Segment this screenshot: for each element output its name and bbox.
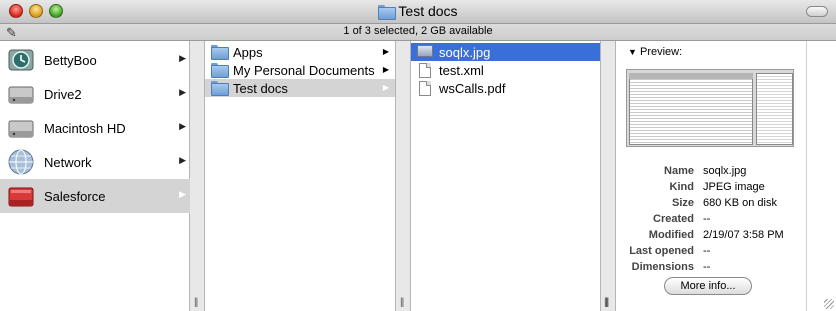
list-item-label: wsCalls.pdf	[439, 81, 506, 96]
sidebar-item-label: Network	[44, 155, 92, 170]
document-icon	[417, 63, 433, 78]
info-key: Created	[653, 213, 694, 225]
list-item-label: test.xml	[439, 63, 484, 78]
folders-column: Apps ▶ My Personal Documents ▶ Test docs…	[205, 41, 396, 311]
list-item-my-personal-documents[interactable]: My Personal Documents ▶	[205, 61, 395, 79]
status-text: 1 of 3 selected, 2 GB available	[343, 25, 493, 37]
info-key: Modified	[648, 229, 694, 241]
info-key: Dimensions	[631, 261, 694, 273]
list-item-soqlx-jpg[interactable]: soqlx.jpg	[411, 43, 600, 61]
column-resize-handle[interactable]: ||	[601, 41, 616, 311]
info-value: soqlx.jpg	[703, 165, 747, 177]
info-key: Size	[671, 197, 694, 209]
status-bar: ✎ 1 of 3 selected, 2 GB available	[0, 24, 836, 41]
folder-icon	[211, 63, 229, 78]
preview-screenshot-header	[629, 73, 753, 79]
image-file-icon	[417, 45, 433, 59]
sidebar-item-label: Salesforce	[44, 189, 106, 204]
resize-grip-icon[interactable]: ||	[194, 297, 198, 308]
window-title-text: Test docs	[398, 3, 458, 19]
sidebar-item-network[interactable]: Network ▶	[0, 145, 190, 179]
list-item-wscalls-pdf[interactable]: wsCalls.pdf	[411, 79, 600, 97]
preview-label: Preview:	[639, 46, 683, 58]
info-value: 680 KB on disk	[703, 197, 777, 209]
hard-drive-icon	[8, 120, 34, 138]
info-row-kind: Kind JPEG image	[616, 181, 806, 197]
sidebar-item-bettyboo[interactable]: BettyBoo ▶	[0, 43, 190, 77]
sidebar-item-salesforce[interactable]: Salesforce ▶	[0, 179, 190, 213]
preview-screenshot-main	[629, 73, 753, 145]
info-value: JPEG image	[703, 181, 765, 193]
info-row-last-opened: Last opened --	[616, 245, 806, 261]
folder-icon	[211, 81, 229, 96]
info-row-name: Name soqlx.jpg	[616, 165, 806, 181]
list-item-test-docs[interactable]: Test docs ▶	[205, 79, 395, 97]
resize-grip-icon[interactable]: ||	[400, 297, 404, 308]
title-bar: Test docs	[0, 0, 836, 24]
chevron-right-icon: ▶	[179, 155, 186, 165]
info-key: Kind	[669, 181, 694, 193]
sidebar-item-label: BettyBoo	[44, 53, 97, 68]
info-row-size: Size 680 KB on disk	[616, 197, 806, 213]
list-item-label: My Personal Documents	[233, 63, 375, 78]
disclosure-triangle-icon[interactable]: ▼	[628, 47, 637, 57]
info-value: --	[703, 245, 711, 257]
sidebar-item-macintosh-hd[interactable]: Macintosh HD ▶	[0, 111, 190, 145]
preview-thumbnail	[626, 69, 794, 147]
info-row-created: Created --	[616, 213, 806, 229]
hard-drive-icon	[8, 86, 34, 104]
info-row-dimensions: Dimensions --	[616, 261, 806, 277]
chevron-right-icon: ▶	[179, 121, 186, 131]
files-column: soqlx.jpg test.xml wsCalls.pdf	[411, 41, 601, 311]
chevron-right-icon: ▶	[382, 83, 389, 92]
list-item-apps[interactable]: Apps ▶	[205, 43, 395, 61]
sidebar-item-label: Macintosh HD	[44, 121, 126, 136]
document-icon	[417, 81, 433, 96]
list-item-label: soqlx.jpg	[439, 45, 491, 60]
sidebar-item-drive2[interactable]: Drive2 ▶	[0, 77, 190, 111]
preview-header[interactable]: ▼ Preview:	[628, 46, 682, 58]
list-item-label: Apps	[233, 45, 263, 60]
red-drive-icon	[8, 187, 34, 207]
network-globe-icon	[8, 149, 34, 175]
list-item-test-xml[interactable]: test.xml	[411, 61, 600, 79]
info-row-modified: Modified 2/19/07 3:58 PM	[616, 229, 806, 245]
chevron-right-icon: ▶	[179, 189, 186, 199]
empty-column	[806, 41, 836, 311]
sidebar: BettyBoo ▶ Drive2 ▶ Macintosh HD ▶ Netwo…	[0, 41, 190, 311]
time-machine-icon	[8, 49, 34, 71]
chevron-right-icon: ▶	[179, 87, 186, 97]
info-value: --	[703, 261, 711, 273]
info-value: --	[703, 213, 711, 225]
more-info-button[interactable]: More info...	[664, 277, 752, 295]
folder-icon	[378, 5, 397, 21]
info-value: 2/19/07 3:58 PM	[703, 229, 784, 241]
preview-column: ▼ Preview: Name soqlx.jpg Kind JPEG imag…	[604, 41, 806, 311]
info-key: Name	[664, 165, 694, 177]
chevron-right-icon: ▶	[382, 65, 389, 74]
chevron-right-icon: ▶	[382, 47, 389, 56]
column-resize-handle[interactable]: ||	[396, 41, 411, 311]
resize-grip-icon[interactable]: ||	[604, 297, 608, 308]
list-item-label: Test docs	[233, 81, 288, 96]
info-key: Last opened	[629, 245, 694, 257]
window-resize-handle[interactable]	[824, 299, 834, 309]
column-resize-handle[interactable]: ||	[190, 41, 205, 311]
window-title: Test docs	[0, 3, 836, 21]
sidebar-item-label: Drive2	[44, 87, 82, 102]
preview-screenshot-side	[756, 73, 793, 145]
chevron-right-icon: ▶	[179, 53, 186, 63]
folder-icon	[211, 45, 229, 60]
toolbar-toggle-button[interactable]	[806, 6, 828, 17]
